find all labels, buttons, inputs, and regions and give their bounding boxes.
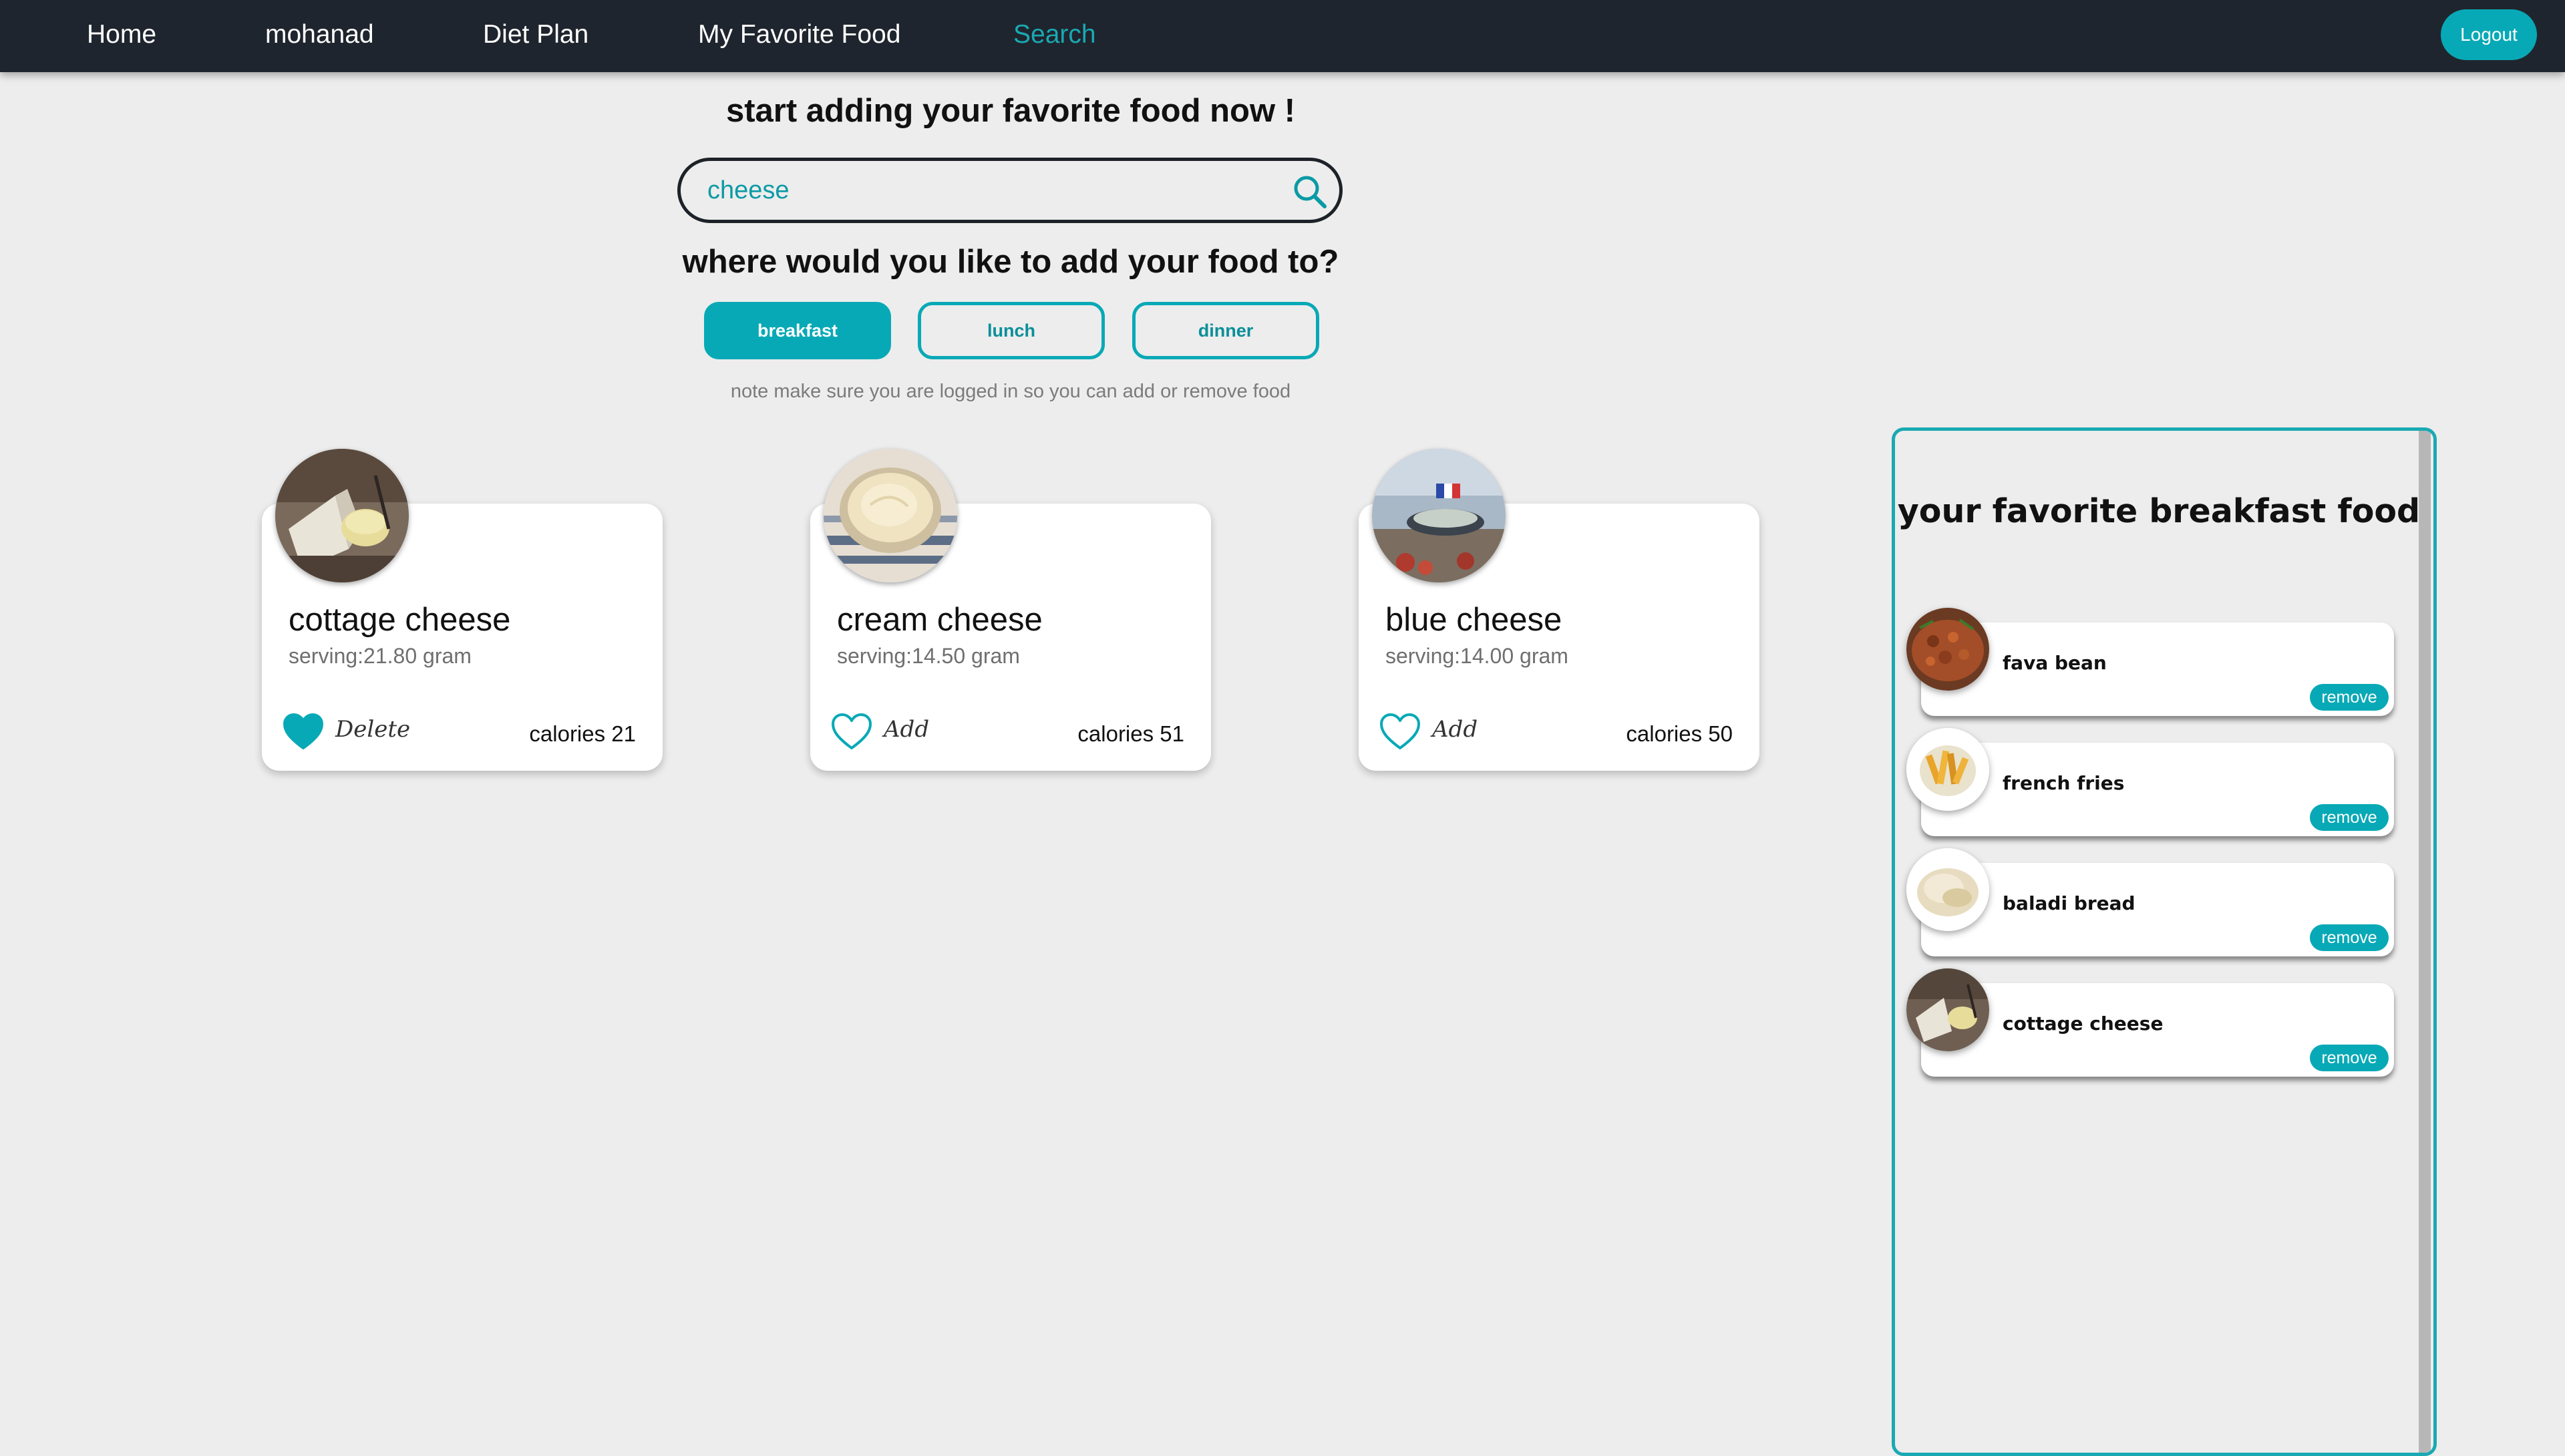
heart-filled-icon[interactable] bbox=[282, 712, 325, 751]
nav-link-search[interactable]: Search bbox=[1013, 0, 1096, 69]
add-favorite-link[interactable]: Add bbox=[1432, 716, 1478, 743]
nav-link-home[interactable]: Home bbox=[87, 0, 156, 69]
meal-lunch-button[interactable]: lunch bbox=[918, 302, 1105, 359]
top-navbar: Home mohanad Diet Plan My Favorite Food … bbox=[0, 0, 2565, 72]
food-name: cream cheese bbox=[837, 602, 1043, 638]
meal-question: where would you like to add your food to… bbox=[682, 244, 1339, 280]
panel-scrollbar[interactable] bbox=[2419, 431, 2431, 1453]
food-calories: calories 51 bbox=[1077, 721, 1184, 746]
heart-outline-icon[interactable] bbox=[830, 712, 873, 751]
food-calories: calories 21 bbox=[529, 721, 636, 746]
food-image-cream-cheese bbox=[824, 449, 957, 582]
meal-dinner-button[interactable]: dinner bbox=[1132, 302, 1319, 359]
search-bar bbox=[677, 158, 1343, 223]
food-serving: serving:14.50 gram bbox=[837, 644, 1020, 668]
favorite-name: fava bean bbox=[2003, 652, 2107, 674]
add-favorite-link[interactable]: Add bbox=[884, 716, 929, 743]
nav-link-profile[interactable]: mohanad bbox=[265, 0, 374, 69]
food-name: blue cheese bbox=[1385, 602, 1562, 638]
logout-button[interactable]: Logout bbox=[2441, 9, 2537, 60]
food-card: cottage cheese serving:21.80 gram Delete… bbox=[262, 449, 663, 771]
food-card: blue cheese serving:14.00 gram Add calor… bbox=[1359, 449, 1759, 771]
search-heading: start adding your favorite food now ! bbox=[725, 93, 1296, 129]
nav-link-my-favorite-food[interactable]: My Favorite Food bbox=[698, 0, 900, 69]
search-input[interactable] bbox=[707, 161, 1282, 220]
favorite-image-fava-bean bbox=[1906, 608, 1989, 691]
favorite-name: baladi bread bbox=[2003, 892, 2135, 914]
favorite-image-baladi-bread bbox=[1906, 848, 1989, 931]
favorite-item: cottage cheese remove bbox=[1906, 968, 2394, 1077]
remove-button[interactable]: remove bbox=[2310, 924, 2389, 951]
heart-outline-icon[interactable] bbox=[1379, 712, 1421, 751]
favorite-item: baladi bread remove bbox=[1906, 848, 2394, 956]
favorite-item: fava bean remove bbox=[1906, 608, 2394, 716]
food-image-blue-cheese bbox=[1372, 449, 1506, 582]
login-note: note make sure you are logged in so you … bbox=[730, 381, 1291, 402]
search-icon[interactable] bbox=[1293, 174, 1327, 209]
favorite-image-french-fries bbox=[1906, 728, 1989, 811]
favorite-name: french fries bbox=[2003, 772, 2125, 794]
remove-button[interactable]: remove bbox=[2310, 684, 2389, 711]
food-card: cream cheese serving:14.50 gram Add calo… bbox=[810, 449, 1211, 771]
food-image-cottage-cheese bbox=[275, 449, 409, 582]
favorite-image-cottage-cheese bbox=[1906, 968, 1989, 1051]
remove-button[interactable]: remove bbox=[2310, 1045, 2389, 1071]
meal-breakfast-button[interactable]: breakfast bbox=[704, 302, 891, 359]
remove-button[interactable]: remove bbox=[2310, 804, 2389, 831]
food-name: cottage cheese bbox=[289, 602, 511, 638]
favorites-panel-title: your favorite breakfast food bbox=[1897, 492, 2421, 530]
favorite-name: cottage cheese bbox=[2003, 1013, 2164, 1035]
food-calories: calories 50 bbox=[1626, 721, 1733, 746]
nav-link-diet-plan[interactable]: Diet Plan bbox=[483, 0, 588, 69]
food-serving: serving:14.00 gram bbox=[1385, 644, 1568, 668]
food-serving: serving:21.80 gram bbox=[289, 644, 472, 668]
favorite-item: french fries remove bbox=[1906, 728, 2394, 836]
delete-favorite-link[interactable]: Delete bbox=[335, 716, 410, 743]
